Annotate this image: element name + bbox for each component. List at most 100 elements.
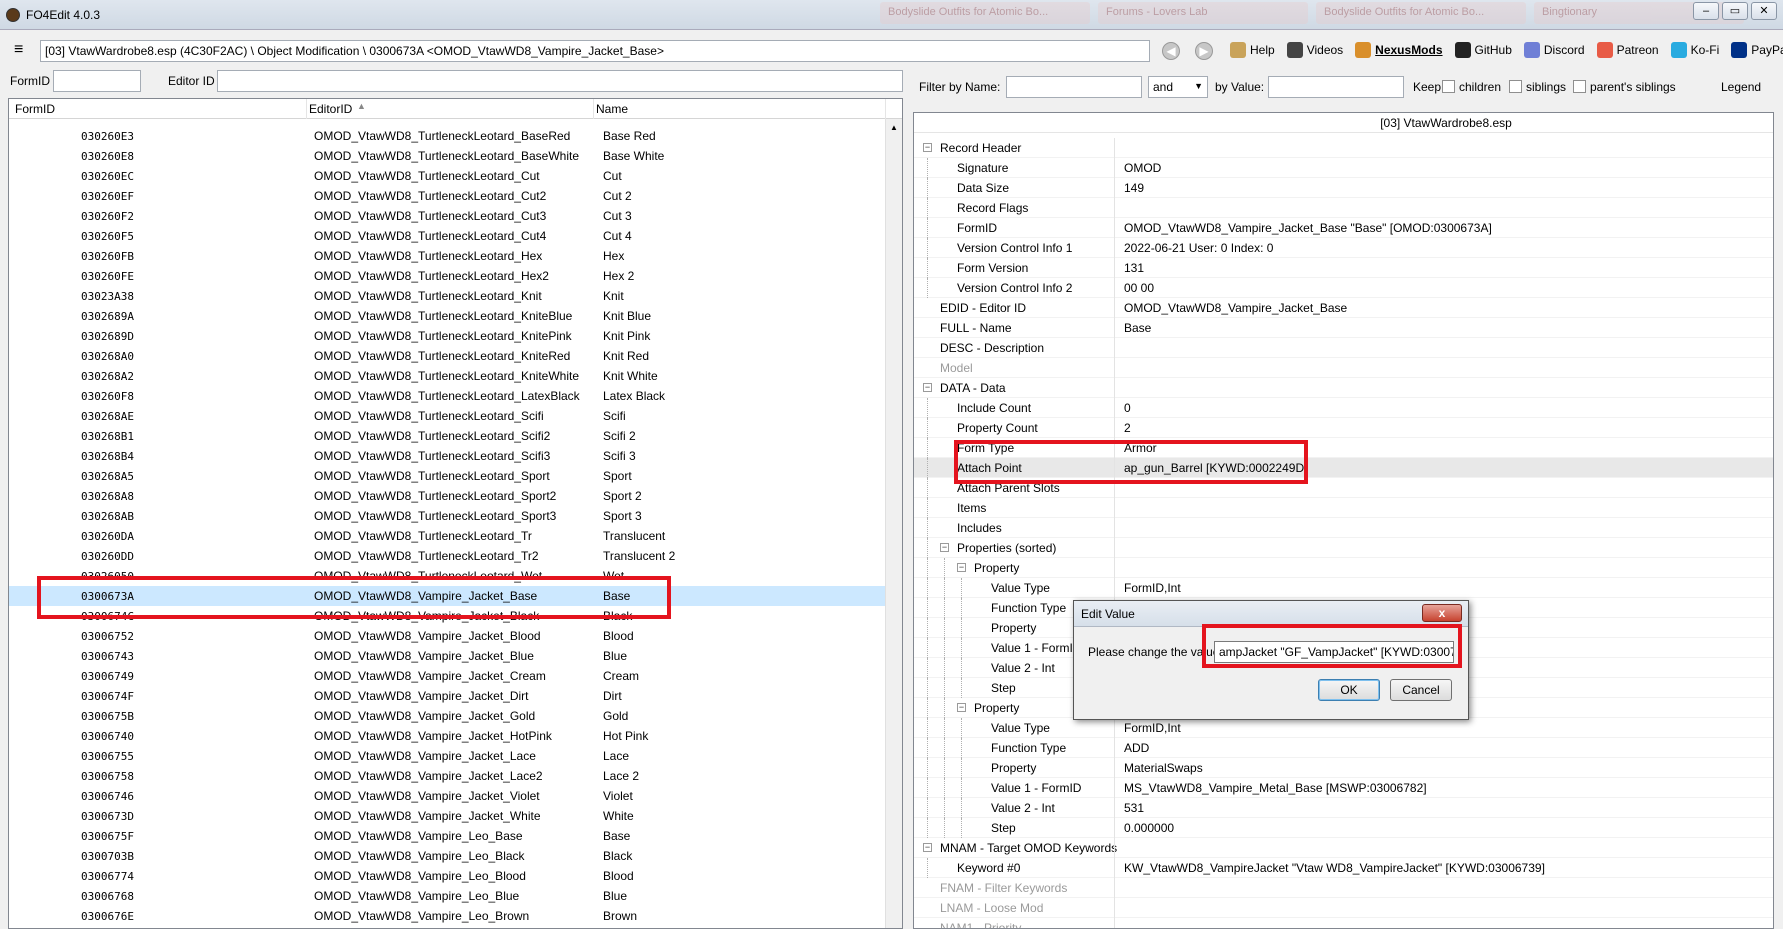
tree-row[interactable]: Function Type ADD [914, 738, 1773, 758]
table-row[interactable]: 03006752 OMOD_VtawWD8_Vampire_Jacket_Bloo… [9, 626, 885, 646]
keep-children-checkbox[interactable] [1442, 80, 1455, 93]
table-row[interactable]: 03006746 OMOD_VtawWD8_Vampire_Jacket_Viol… [9, 786, 885, 806]
record-path-field[interactable]: [03] VtawWardrobe8.esp (4C30F2AC) \ Obje… [40, 40, 1150, 62]
menu-icon[interactable]: ≡ [14, 42, 28, 58]
table-row[interactable]: 030260EC OMOD_VtawWD8_TurtleneckLeotard_C… [9, 166, 885, 186]
table-row[interactable]: 030260FE OMOD_VtawWD8_TurtleneckLeotard_H… [9, 266, 885, 286]
tree-field-value[interactable]: 531 [1124, 801, 1144, 815]
table-row[interactable]: 0302689A OMOD_VtawWD8_TurtleneckLeotard_K… [9, 306, 885, 326]
tree-field-value[interactable]: ADD [1124, 741, 1149, 755]
tree-field-value[interactable]: FormID,Int [1124, 581, 1181, 595]
tree-field-value[interactable]: Armor [1124, 441, 1157, 455]
back-icon[interactable]: ◀ [1162, 42, 1180, 60]
tree-field-value[interactable]: 0.000000 [1124, 821, 1174, 835]
table-row[interactable]: 0300674C OMOD_VtawWD8_Vampire_Jacket_Blac… [9, 606, 885, 626]
table-row[interactable]: 030268AB OMOD_VtawWD8_TurtleneckLeotard_S… [9, 506, 885, 526]
filter-logic-select[interactable]: and ▼ [1148, 76, 1208, 98]
table-row[interactable]: 030268A2 OMOD_VtawWD8_TurtleneckLeotard_K… [9, 366, 885, 386]
tree-row[interactable]: Data Size 149 [914, 178, 1773, 198]
table-row[interactable]: 030268B4 OMOD_VtawWD8_TurtleneckLeotard_S… [9, 446, 885, 466]
tree-field-value[interactable]: OMOD_VtawWD8_Vampire_Jacket_Base [1124, 301, 1347, 315]
table-row[interactable]: 03026050 OMOD_VtawWD8_TurtleneckLeotard_W… [9, 566, 885, 586]
column-name[interactable]: Name [596, 102, 628, 116]
tree-row[interactable]: Model [914, 358, 1773, 378]
tree-row[interactable]: NAM1 - Priority [914, 918, 1773, 928]
table-row[interactable]: 030268A5 OMOD_VtawWD8_TurtleneckLeotard_S… [9, 466, 885, 486]
tree-field-value[interactable]: ap_gun_Barrel [KYWD:0002249D] [1124, 461, 1307, 475]
link-nexusmods[interactable]: NexusMods [1355, 42, 1443, 58]
link-patreon[interactable]: Patreon [1596, 42, 1659, 58]
tree-field-value[interactable]: 131 [1124, 261, 1144, 275]
table-row[interactable]: 0302689D OMOD_VtawWD8_TurtleneckLeotard_K… [9, 326, 885, 346]
tree-row[interactable]: − Record Header [914, 138, 1773, 158]
tree-row[interactable]: Keyword #0 KW_VtawWD8_VampireJacket "Vtaw… [914, 858, 1773, 878]
tree-row[interactable]: DESC - Description [914, 338, 1773, 358]
table-row[interactable]: 0300675B OMOD_VtawWD8_Vampire_Jacket_Gold… [9, 706, 885, 726]
keep-parents-siblings-checkbox[interactable] [1573, 80, 1586, 93]
link-ko-fi[interactable]: Ko-Fi [1670, 42, 1719, 58]
tree-field-value[interactable]: OMOD [1124, 161, 1161, 175]
tree-field-value[interactable]: 2 [1124, 421, 1131, 435]
table-row[interactable]: 030260F5 OMOD_VtawWD8_TurtleneckLeotard_C… [9, 226, 885, 246]
table-row[interactable]: 030260F8 OMOD_VtawWD8_TurtleneckLeotard_L… [9, 386, 885, 406]
table-row[interactable]: 03006755 OMOD_VtawWD8_Vampire_Jacket_Lace… [9, 746, 885, 766]
tree-row[interactable]: Form Version 131 [914, 258, 1773, 278]
collapse-icon[interactable]: − [940, 543, 949, 552]
tree-row[interactable]: Value 1 - FormID MS_VtawWD8_Vampire_Metal… [914, 778, 1773, 798]
table-row[interactable]: 030260E3 OMOD_VtawWD8_TurtleneckLeotard_B… [9, 126, 885, 146]
link-paypal[interactable]: PayPal [1731, 42, 1783, 58]
tree-row[interactable]: − Property [914, 558, 1773, 578]
table-row[interactable]: 030260F2 OMOD_VtawWD8_TurtleneckLeotard_C… [9, 206, 885, 226]
tree-row[interactable]: Items [914, 498, 1773, 518]
table-row[interactable]: 03006743 OMOD_VtawWD8_Vampire_Jacket_Blue… [9, 646, 885, 666]
table-row[interactable]: 0300673D OMOD_VtawWD8_Vampire_Jacket_Whit… [9, 806, 885, 826]
record-list-scrollbar[interactable]: ▲ [885, 119, 902, 928]
table-row[interactable]: 03006749 OMOD_VtawWD8_Vampire_Jacket_Crea… [9, 666, 885, 686]
collapse-icon[interactable]: − [923, 843, 932, 852]
tree-row[interactable]: Value 2 - Int 531 [914, 798, 1773, 818]
table-row[interactable]: 030260EF OMOD_VtawWD8_TurtleneckLeotard_C… [9, 186, 885, 206]
table-row[interactable]: 0300703B OMOD_VtawWD8_Vampire_Leo_Black Bl… [9, 846, 885, 866]
tree-row[interactable]: Version Control Info 2 00 00 [914, 278, 1773, 298]
scroll-up-icon[interactable]: ▲ [890, 123, 898, 132]
tree-row[interactable]: Property Count 2 [914, 418, 1773, 438]
table-row[interactable]: 03023A38 OMOD_VtawWD8_TurtleneckLeotard_K… [9, 286, 885, 306]
cancel-button[interactable]: Cancel [1390, 679, 1452, 701]
table-row[interactable]: 030260DA OMOD_VtawWD8_TurtleneckLeotard_T… [9, 526, 885, 546]
ok-button[interactable]: OK [1318, 679, 1380, 701]
forward-icon[interactable]: ▶ [1195, 42, 1213, 60]
table-row[interactable]: 030260E8 OMOD_VtawWD8_TurtleneckLeotard_B… [9, 146, 885, 166]
tree-row[interactable]: EDID - Editor ID OMOD_VtawWD8_Vampire_Jac… [914, 298, 1773, 318]
tree-field-value[interactable]: OMOD_VtawWD8_Vampire_Jacket_Base "Base" … [1124, 221, 1492, 235]
filter-by-name-input[interactable] [1006, 76, 1142, 98]
tree-field-value[interactable]: Base [1124, 321, 1151, 335]
tree-row[interactable]: − DATA - Data [914, 378, 1773, 398]
table-row[interactable]: 03006774 OMOD_VtawWD8_Vampire_Leo_Blood Bl… [9, 866, 885, 886]
tree-row[interactable]: − Properties (sorted) [914, 538, 1773, 558]
keep-siblings-checkbox[interactable] [1509, 80, 1522, 93]
tree-row[interactable]: Attach Parent Slots [914, 478, 1773, 498]
tree-field-value[interactable]: KW_VtawWD8_VampireJacket "Vtaw WD8_Vampi… [1124, 861, 1545, 875]
table-row[interactable]: 0300675F OMOD_VtawWD8_Vampire_Leo_Base Bas… [9, 826, 885, 846]
collapse-icon[interactable]: − [957, 563, 966, 572]
tree-field-value[interactable]: 00 00 [1124, 281, 1154, 295]
table-row[interactable]: 03006740 OMOD_VtawWD8_Vampire_Jacket_HotP… [9, 726, 885, 746]
table-row[interactable]: 0300674F OMOD_VtawWD8_Vampire_Jacket_Dirt… [9, 686, 885, 706]
tree-field-value[interactable]: FormID,Int [1124, 721, 1181, 735]
tree-row[interactable]: Signature OMOD [914, 158, 1773, 178]
table-row[interactable]: 030260FB OMOD_VtawWD8_TurtleneckLeotard_H… [9, 246, 885, 266]
tree-row[interactable]: Attach Point ap_gun_Barrel [KYWD:0002249D… [914, 458, 1773, 478]
edit-value-input[interactable]: ampJacket "GF_VampJacket" [KYWD:0300781E… [1214, 641, 1454, 663]
column-editorid[interactable]: EditorID [309, 102, 352, 116]
panel-splitter[interactable] [905, 66, 913, 929]
tree-row[interactable]: Step 0.000000 [914, 818, 1773, 838]
tree-row[interactable]: Includes [914, 518, 1773, 538]
table-row[interactable]: 0300676E OMOD_VtawWD8_Vampire_Leo_Brown Br… [9, 906, 885, 926]
formid-filter-input[interactable] [53, 70, 141, 92]
table-row[interactable]: 030260DD OMOD_VtawWD8_TurtleneckLeotard_T… [9, 546, 885, 566]
dialog-close-button[interactable]: x [1422, 604, 1462, 622]
table-row[interactable]: 030268A0 OMOD_VtawWD8_TurtleneckLeotard_K… [9, 346, 885, 366]
collapse-icon[interactable]: − [923, 143, 932, 152]
tree-field-value[interactable]: 149 [1124, 181, 1144, 195]
table-row[interactable]: 03006768 OMOD_VtawWD8_Vampire_Leo_Blue Blu… [9, 886, 885, 906]
